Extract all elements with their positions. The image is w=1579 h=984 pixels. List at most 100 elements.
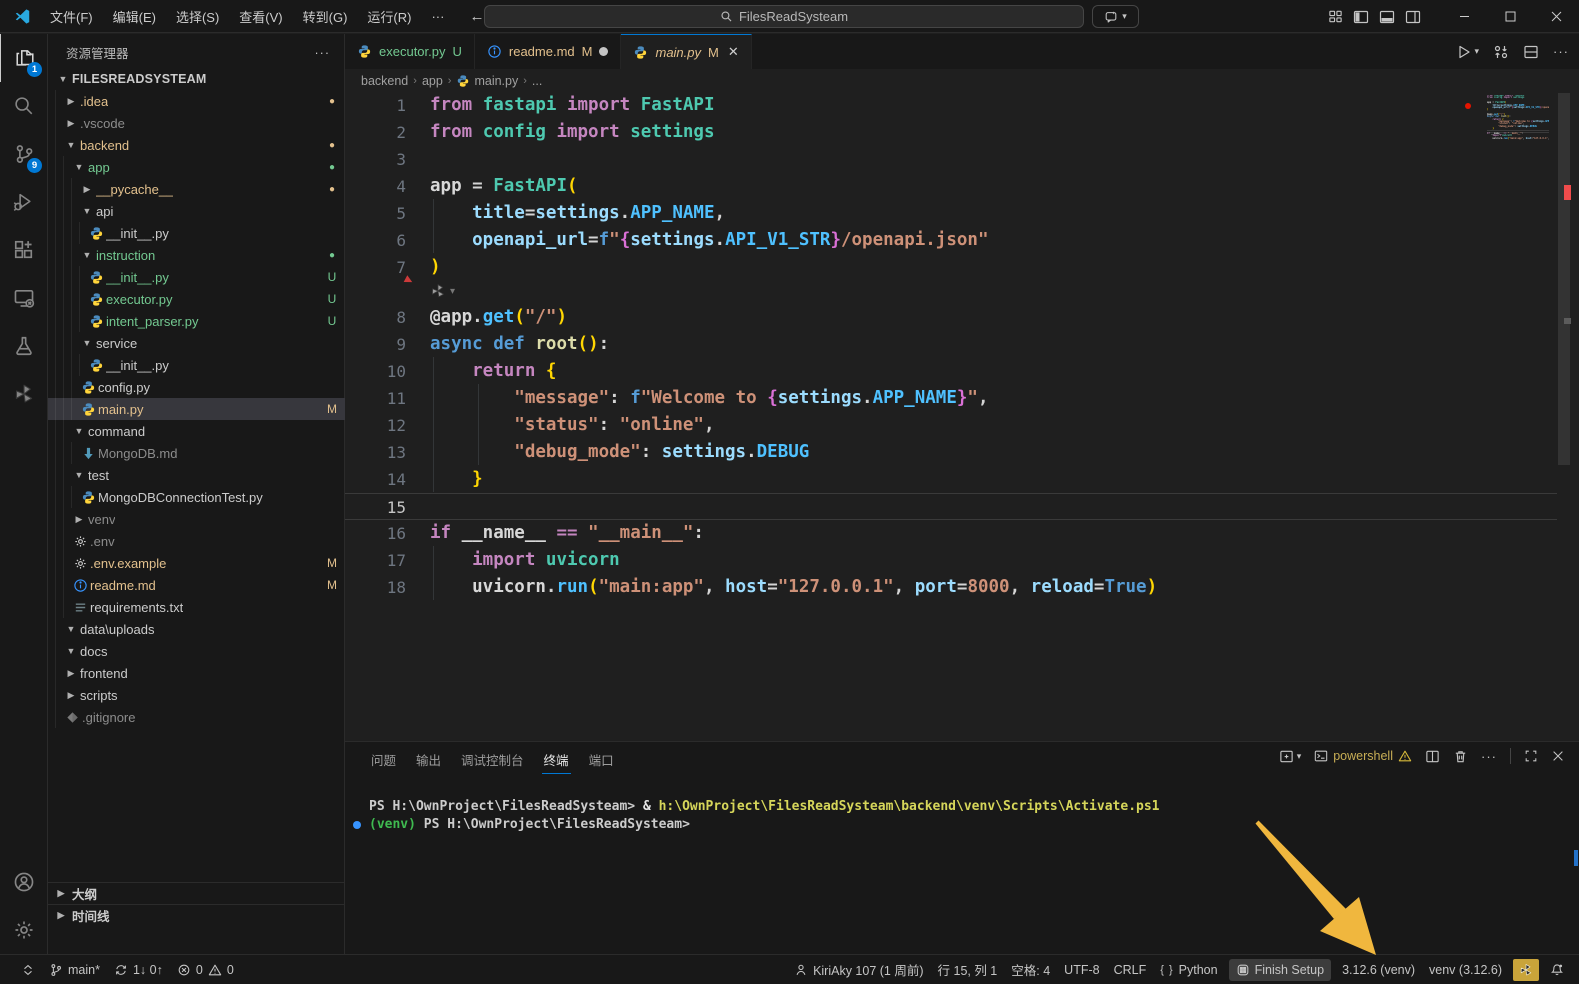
- maximize-panel-icon[interactable]: [1524, 749, 1538, 763]
- statusbar-remote[interactable]: [14, 959, 42, 981]
- kill-terminal-icon[interactable]: [1453, 749, 1468, 764]
- line-number[interactable]: 9: [345, 331, 430, 358]
- panel-tab-输出[interactable]: 输出: [408, 744, 449, 775]
- line-number[interactable]: 11: [345, 385, 430, 412]
- activity-explorer-icon[interactable]: 1: [0, 34, 48, 82]
- tree-item-docs[interactable]: ▼docs: [48, 640, 345, 662]
- close-button[interactable]: [1533, 0, 1579, 33]
- code-line-16[interactable]: 16if __name__ == "__main__":: [345, 520, 1557, 547]
- line-number[interactable]: 15: [345, 494, 430, 519]
- tree-item-intent_parser.py[interactable]: intent_parser.pyU: [48, 310, 345, 332]
- code-line-10[interactable]: 10 return {: [345, 358, 1557, 385]
- terminal-tab-powershell[interactable]: powershell: [1314, 749, 1412, 763]
- line-number[interactable]: 18: [345, 574, 430, 601]
- editor-tab-executor.py[interactable]: executor.pyU: [345, 34, 475, 69]
- line-number[interactable]: 10: [345, 358, 430, 385]
- statusbar-python-interpreter[interactable]: 3.12.6 (venv): [1335, 959, 1422, 981]
- line-number[interactable]: 6: [345, 227, 430, 254]
- code-line-5[interactable]: 5 title=settings.APP_NAME,: [345, 200, 1557, 227]
- activity-source-control-icon[interactable]: 9: [0, 130, 48, 178]
- line-number[interactable]: 14: [345, 466, 430, 493]
- panel-tab-调试控制台[interactable]: 调试控制台: [453, 744, 532, 775]
- code-line-7[interactable]: 7): [345, 254, 1557, 281]
- command-center-search[interactable]: FilesReadSysteam: [484, 5, 1084, 28]
- statusbar-venv-version[interactable]: venv (3.12.6): [1422, 959, 1509, 981]
- run-dropdown-chevron-icon[interactable]: ▾: [1474, 46, 1479, 57]
- open-changes-icon[interactable]: [1493, 44, 1509, 60]
- scrollbar-slider[interactable]: [1558, 93, 1570, 465]
- code-editor[interactable]: 1from fastapi import FastAPI2from config…: [345, 92, 1557, 741]
- code-line-3[interactable]: 3: [345, 146, 1557, 173]
- code-line-6[interactable]: 6 openapi_url=f"{settings.API_V1_STR}/op…: [345, 227, 1557, 254]
- statusbar-blame[interactable]: KiriAky 107 (1 周前): [787, 959, 930, 981]
- split-editor-icon[interactable]: [1523, 44, 1539, 60]
- line-number[interactable]: 2: [345, 119, 430, 146]
- inline-pinwheel-widget[interactable]: ▾: [430, 283, 455, 299]
- code-line-18[interactable]: 18 uvicorn.run("main:app", host="127.0.0…: [345, 574, 1557, 601]
- statusbar-branch[interactable]: main*: [42, 959, 107, 981]
- line-number[interactable]: 13: [345, 439, 430, 466]
- split-terminal-icon[interactable]: [1425, 749, 1440, 764]
- activity-testing-icon[interactable]: [0, 322, 48, 370]
- tree-item-command[interactable]: ▼command: [48, 420, 345, 442]
- toggle-panel-icon[interactable]: [1379, 9, 1395, 25]
- code-line-8[interactable]: 8@app.get("/"): [345, 304, 1557, 331]
- code-line-11[interactable]: 11 "message": f"Welcome to {settings.APP…: [345, 385, 1557, 412]
- run-python-file-button[interactable]: ▾: [1456, 44, 1479, 60]
- statusbar-language[interactable]: { }Python: [1153, 959, 1224, 981]
- activity-account-icon[interactable]: [0, 858, 48, 906]
- dirty-indicator-dot[interactable]: [599, 47, 608, 56]
- statusbar-problems[interactable]: 00: [170, 959, 241, 981]
- activity-run-debug-icon[interactable]: [0, 178, 48, 226]
- menu-item-6[interactable]: ···: [422, 6, 453, 27]
- activity-roo-pinwheel-icon[interactable]: [0, 370, 48, 418]
- breadcrumb-item[interactable]: ...: [532, 74, 542, 88]
- menu-item-3[interactable]: 查看(V): [230, 4, 291, 29]
- maximize-button[interactable]: [1487, 0, 1533, 33]
- tree-item-readme.md[interactable]: readme.mdM: [48, 574, 345, 596]
- tree-item-__pycache__[interactable]: ▶__pycache__●: [48, 178, 345, 200]
- code-line-17[interactable]: 17 import uvicorn: [345, 547, 1557, 574]
- tree-item-mongodbconnectiontest.py[interactable]: MongoDBConnectionTest.py: [48, 486, 345, 508]
- breadcrumb-item[interactable]: app: [422, 74, 443, 88]
- line-number[interactable]: 16: [345, 520, 430, 547]
- editor-scrollbar[interactable]: [1557, 92, 1571, 741]
- tree-item-.vscode[interactable]: ▶.vscode: [48, 112, 345, 134]
- code-line-1[interactable]: 1from fastapi import FastAPI: [345, 92, 1557, 119]
- tree-item-scripts[interactable]: ▶scripts: [48, 684, 345, 706]
- code-line-2[interactable]: 2from config import settings: [345, 119, 1557, 146]
- line-number[interactable]: 12: [345, 412, 430, 439]
- line-number[interactable]: 1: [345, 92, 430, 119]
- command-decoration-dot[interactable]: [353, 821, 361, 829]
- line-number[interactable]: 3: [345, 146, 430, 173]
- menu-item-1[interactable]: 编辑(E): [104, 4, 165, 29]
- sidebar-more-actions-icon[interactable]: ···: [315, 46, 331, 60]
- menu-item-2[interactable]: 选择(S): [167, 4, 228, 29]
- tree-item-app[interactable]: ▼app●: [48, 156, 345, 178]
- tree-item-executor.py[interactable]: executor.pyU: [48, 288, 345, 310]
- line-number[interactable]: 7: [345, 254, 430, 281]
- statusbar-finish-setup[interactable]: Finish Setup: [1229, 959, 1331, 981]
- minimap[interactable]: 1from fastapi import FastAPI2from config…: [1487, 95, 1549, 215]
- tree-item-frontend[interactable]: ▶frontend: [48, 662, 345, 684]
- tree-item-service[interactable]: ▼service: [48, 332, 345, 354]
- code-line-12[interactable]: 12 "status": "online",: [345, 412, 1557, 439]
- breadcrumb-item[interactable]: backend: [361, 74, 408, 88]
- tree-item-.gitignore[interactable]: .gitignore: [48, 706, 345, 728]
- editor-tab-main.py[interactable]: main.pyM✕: [621, 34, 751, 69]
- statusbar-sync[interactable]: 1↓ 0↑: [107, 959, 170, 981]
- tree-item-test[interactable]: ▼test: [48, 464, 345, 486]
- line-number[interactable]: 4: [345, 173, 430, 200]
- code-line-14[interactable]: 14 }: [345, 466, 1557, 493]
- line-number[interactable]: 5: [345, 200, 430, 227]
- menu-item-0[interactable]: 文件(F): [41, 4, 102, 29]
- minimize-button[interactable]: [1441, 0, 1487, 33]
- editor-more-actions-icon[interactable]: ···: [1553, 44, 1569, 59]
- line-number[interactable]: 17: [345, 547, 430, 574]
- statusbar-encoding[interactable]: UTF-8: [1057, 959, 1106, 981]
- tree-item-config.py[interactable]: config.py: [48, 376, 345, 398]
- statusbar-indentation[interactable]: 空格: 4: [1004, 959, 1057, 981]
- code-line-9[interactable]: 9async def root():: [345, 331, 1557, 358]
- activity-extensions-icon[interactable]: [0, 226, 48, 274]
- tree-item-venv[interactable]: ▶venv: [48, 508, 345, 530]
